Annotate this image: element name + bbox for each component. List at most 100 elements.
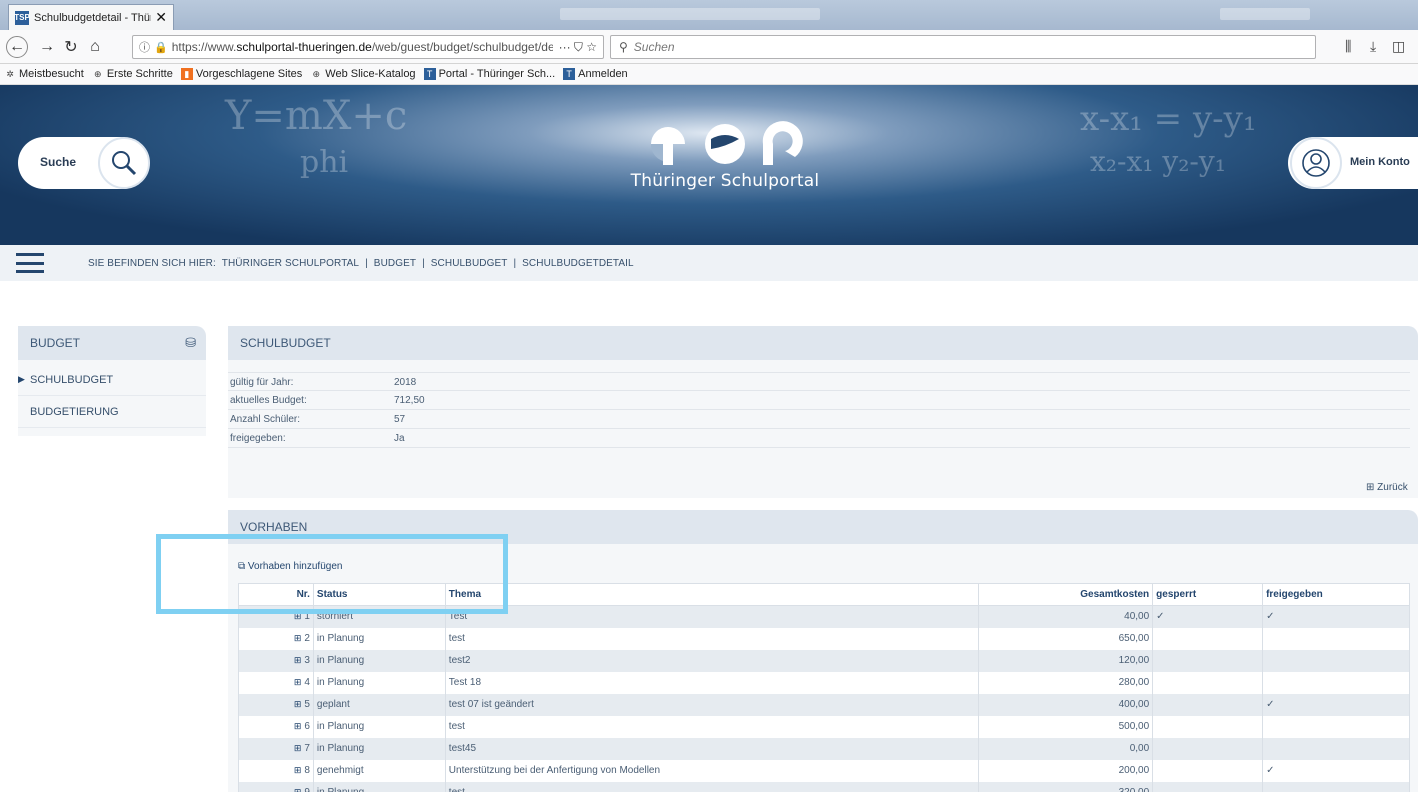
sidebar-toggle-icon[interactable]: ◫ bbox=[1392, 38, 1405, 55]
table-row[interactable]: ⊞ 4 in Planung Test 18 280,00 bbox=[238, 671, 1410, 694]
nr-cell: ⊞9 bbox=[238, 781, 314, 792]
expand-row-icon[interactable]: ⊞ bbox=[294, 655, 302, 666]
bookmark-portal-thueringer[interactable]: T Portal - Thüringer Sch... bbox=[423, 68, 555, 80]
thema-cell: Test bbox=[444, 605, 980, 628]
downloads-icon[interactable]: ⤓ bbox=[1370, 38, 1376, 55]
highlight-box bbox=[156, 534, 508, 614]
kosten-cell: 40,00 bbox=[978, 605, 1154, 628]
column-header-thema[interactable]: Thema bbox=[444, 583, 980, 606]
page-actions-icon[interactable]: ··· ⛉ ☆ bbox=[559, 40, 597, 55]
table-row[interactable]: ⊞ 2 in Planung test 650,00 bbox=[238, 627, 1410, 650]
back-label: Zurück bbox=[1377, 482, 1408, 493]
back-link[interactable]: ⊞ Zurück bbox=[1366, 482, 1408, 493]
browser-tab[interactable]: TSP Schulbudgetdetail - Thüringer ✕ bbox=[8, 4, 174, 30]
freigegeben-cell: ✓ bbox=[1262, 759, 1410, 782]
table-row[interactable]: ⊞9 in Planung test 320,00 bbox=[238, 781, 1410, 792]
url-bar[interactable]: ⓘ 🔒 https://www.schulportal-thueringen.d… bbox=[132, 35, 604, 59]
freigegeben-cell bbox=[1262, 781, 1410, 792]
site-info-icon[interactable]: ⓘ bbox=[139, 39, 150, 55]
panel-title: VORHABEN bbox=[240, 520, 308, 534]
search-input[interactable]: ⚲ Suchen bbox=[610, 35, 1316, 59]
status-cell: geplant bbox=[312, 693, 446, 716]
expand-row-icon[interactable]: ⊞ bbox=[294, 633, 302, 644]
background-window-title bbox=[560, 8, 820, 20]
status-cell: genehmigt bbox=[312, 759, 446, 782]
thema-cell: Unterstützung bei der Anfertigung von Mo… bbox=[444, 759, 980, 782]
status-cell: in Planung bbox=[312, 715, 446, 738]
bookmark-vorgeschlagene-sites[interactable]: ▮ Vorgeschlagene Sites bbox=[180, 68, 302, 80]
nr-cell: ⊞ 4 bbox=[238, 671, 314, 694]
expand-row-icon[interactable]: ⊞ bbox=[294, 743, 302, 754]
nr-cell: ⊞ 8 bbox=[238, 759, 314, 782]
chalk-decoration: phi bbox=[300, 145, 349, 180]
gesperrt-cell bbox=[1152, 671, 1264, 694]
kosten-cell: 400,00 bbox=[978, 693, 1154, 716]
close-tab-icon[interactable]: ✕ bbox=[155, 9, 167, 26]
chalk-decoration: x-x₁ = y-y₁ bbox=[1080, 99, 1257, 139]
tsp-logo-mark bbox=[630, 121, 820, 167]
sidebar-title: BUDGET bbox=[30, 336, 81, 350]
sidebar-item-label: BUDGETIERUNG bbox=[30, 405, 119, 418]
table-row[interactable]: ⊞ 3 in Planung test2 120,00 bbox=[238, 649, 1410, 672]
tsp-favicon-icon: TSP bbox=[14, 10, 30, 25]
lock-icon: 🔒 bbox=[154, 41, 168, 54]
table-row[interactable]: ⊞ 5 geplant test 07 ist geändert 400,00 ✓ bbox=[238, 693, 1410, 716]
kosten-cell: 320,00 bbox=[978, 781, 1154, 792]
expand-row-icon[interactable]: ⊞ bbox=[294, 721, 302, 732]
kosten-cell: 650,00 bbox=[978, 627, 1154, 650]
expand-row-icon[interactable]: ⊞ bbox=[294, 699, 302, 710]
library-icon[interactable]: ⫼ bbox=[1345, 38, 1351, 55]
thema-cell: Test 18 bbox=[444, 671, 980, 694]
status-cell: in Planung bbox=[312, 671, 446, 694]
tsp-logo[interactable]: Thüringer Schulportal bbox=[630, 121, 820, 211]
sidebar-item-budgetierung[interactable]: BUDGETIERUNG bbox=[18, 396, 206, 428]
sidebar-item-schulbudget[interactable]: ▶ SCHULBUDGET bbox=[18, 364, 206, 396]
expand-row-icon[interactable]: ⊞ bbox=[294, 787, 302, 792]
breadcrumb-item[interactable]: SCHULBUDGET bbox=[431, 258, 508, 269]
expand-row-icon[interactable]: ⊞ bbox=[294, 765, 302, 776]
my-account-button[interactable]: Mein Konto bbox=[1288, 137, 1418, 189]
search-button[interactable]: Suche bbox=[18, 137, 150, 189]
sidebar-header: BUDGET ⛁ bbox=[18, 326, 206, 360]
budget-detail-row: gültig für Jahr: 2018 bbox=[228, 372, 1410, 391]
table-row[interactable]: ⊞ 8 genehmigt Unterstützung bei der Anfer… bbox=[238, 759, 1410, 782]
thema-cell: test bbox=[444, 781, 980, 792]
home-button[interactable]: ⌂ bbox=[84, 36, 106, 58]
bookmark-anmelden[interactable]: T Anmelden bbox=[563, 68, 628, 80]
breadcrumb-item[interactable]: BUDGET bbox=[374, 258, 416, 269]
freigegeben-cell bbox=[1262, 627, 1410, 650]
tsp-favicon-icon: T bbox=[563, 68, 576, 80]
breadcrumb-item[interactable]: THÜRINGER SCHULPORTAL bbox=[222, 258, 359, 269]
column-header-gesperrt[interactable]: gesperrt bbox=[1152, 583, 1264, 606]
search-icon bbox=[98, 137, 150, 189]
tsp-favicon-icon: T bbox=[423, 68, 436, 80]
thema-cell: test bbox=[444, 715, 980, 738]
schulbudget-panel-header: SCHULBUDGET bbox=[228, 326, 1418, 360]
back-button[interactable]: ← bbox=[6, 36, 28, 58]
bookmark-meistbesucht[interactable]: ✲ Meistbesucht bbox=[4, 68, 84, 80]
breadcrumb: SIE BEFINDEN SICH HIER: THÜRINGER SCHULP… bbox=[88, 257, 634, 269]
kosten-cell: 200,00 bbox=[978, 759, 1154, 782]
forward-button[interactable]: → bbox=[36, 36, 58, 58]
column-header-gesamtkosten[interactable]: Gesamtkosten bbox=[978, 583, 1154, 606]
column-header-freigegeben[interactable]: freigegeben bbox=[1262, 583, 1410, 606]
bookmark-erste-schritte[interactable]: ⊕ Erste Schritte bbox=[92, 68, 173, 80]
kosten-cell: 120,00 bbox=[978, 649, 1154, 672]
menu-icon[interactable] bbox=[16, 253, 44, 273]
breadcrumb-item-current: SCHULBUDGETDETAIL bbox=[522, 257, 634, 269]
kosten-cell: 500,00 bbox=[978, 715, 1154, 738]
bookmark-web-slice-katalog[interactable]: ⊕ Web Slice-Katalog bbox=[310, 68, 415, 80]
table-row[interactable]: ⊞ 6 in Planung test 500,00 bbox=[238, 715, 1410, 738]
expand-row-icon[interactable]: ⊞ bbox=[294, 677, 302, 688]
reload-button[interactable]: ↻ bbox=[60, 36, 82, 58]
table-row[interactable]: ⊞ 7 in Planung test45 0,00 bbox=[238, 737, 1410, 760]
detail-label: aktuelles Budget: bbox=[230, 395, 307, 406]
breadcrumb-bar: SIE BEFINDEN SICH HIER: THÜRINGER SCHULP… bbox=[0, 245, 1418, 281]
thema-cell: test2 bbox=[444, 649, 980, 672]
browser-tab-bar: TSP Schulbudgetdetail - Thüringer ✕ bbox=[0, 0, 1418, 30]
nr-cell: ⊞ 7 bbox=[238, 737, 314, 760]
gesperrt-cell bbox=[1152, 649, 1264, 672]
freigegeben-cell bbox=[1262, 737, 1410, 760]
kosten-cell: 0,00 bbox=[978, 737, 1154, 760]
freigegeben-cell: ✓ bbox=[1262, 693, 1410, 716]
